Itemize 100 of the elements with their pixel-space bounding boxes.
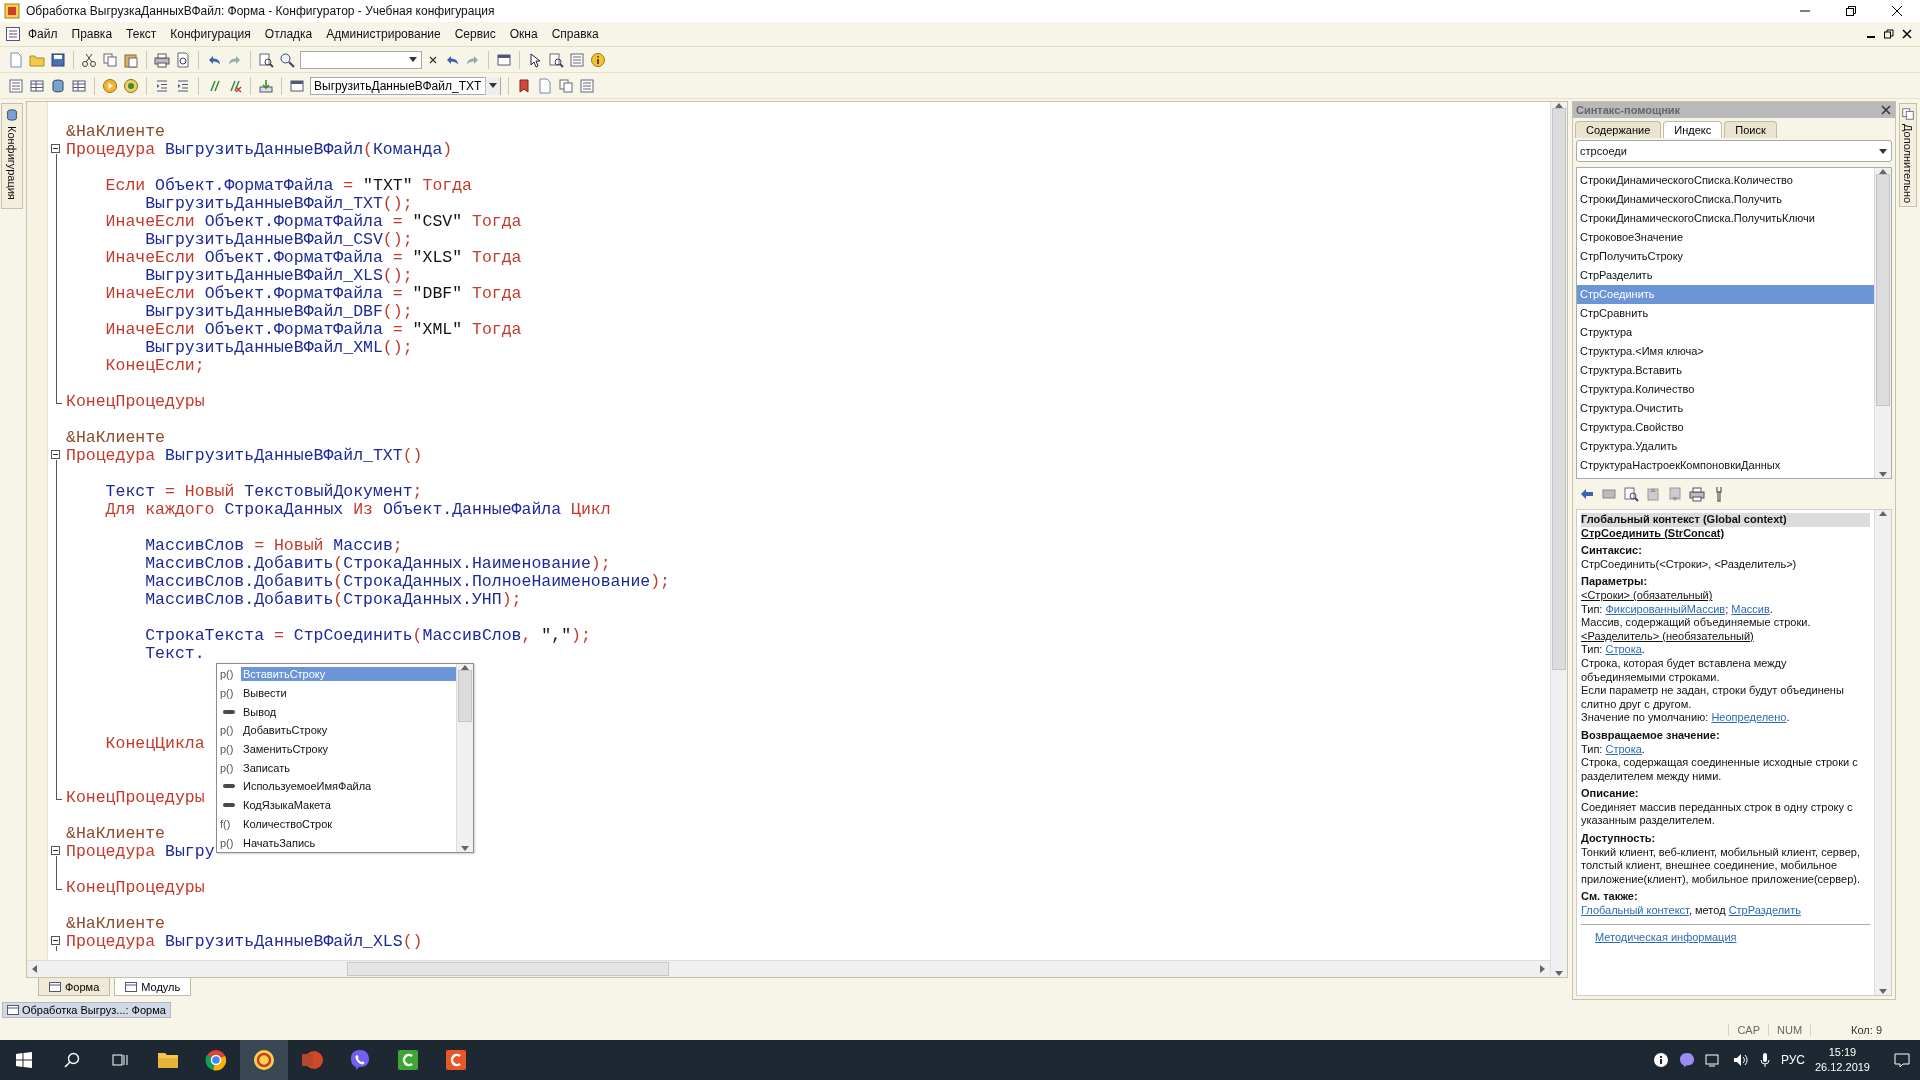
input-language[interactable]: РУС [1780,1053,1805,1067]
help-link[interactable]: Строка [1605,643,1642,656]
configuration-panel-tab[interactable]: Конфигурация [1,103,23,209]
window-tab[interactable]: Обработка Выгруз...: Форма [2,1002,171,1018]
vertical-scrollbar[interactable] [1874,168,1891,478]
database-icon[interactable] [5,108,19,122]
presentation-app-icon[interactable] [301,1049,323,1071]
recorder-app-icon[interactable] [397,1049,419,1071]
window-icon[interactable] [289,77,305,94]
menu-item[interactable]: Текст [120,25,163,43]
help-link[interactable]: Методическая информация [1581,930,1737,943]
preview-icon[interactable] [175,51,191,68]
help-link[interactable]: Строка [1605,742,1642,755]
volume-icon[interactable] [1732,1052,1749,1068]
menu-item[interactable]: Отладка [258,25,319,43]
folder-icon[interactable] [157,1050,179,1070]
editor-tab[interactable]: Модуль [114,978,192,996]
run-icon[interactable] [102,77,118,94]
windows-logo-icon[interactable] [16,1052,32,1068]
panel-tab[interactable]: Индекс [1663,121,1723,138]
panel-tab[interactable]: Поиск [1724,121,1777,138]
paste-icon[interactable] [123,51,139,68]
microphone-icon[interactable] [1758,1052,1771,1068]
additional-panel-tab[interactable]: Дополнительно [1899,103,1917,208]
clock-date[interactable]: 26.12.2019 [1814,1060,1870,1075]
indent-icon[interactable] [154,77,170,94]
pointer-icon[interactable] [527,51,543,68]
autocomplete-item[interactable]: КоличествоСтрок [241,816,335,831]
save-icon[interactable] [50,51,66,68]
autocomplete-item[interactable]: ЗаменитьСтроку [241,742,331,757]
panel-tab[interactable]: Содержание [1575,121,1662,138]
index-item[interactable]: СтрокиДинамическогоСписка.ПолучитьКлючи [1577,209,1874,228]
browser-icon[interactable] [205,1049,227,1071]
taskbar-button[interactable] [240,1040,288,1080]
scissors-icon[interactable] [81,51,97,68]
collapse-toggle[interactable] [51,144,60,153]
vertical-scrollbar[interactable] [1550,102,1567,977]
index-item[interactable]: СтрокиДинамическогоСписка.Количество [1577,171,1874,190]
chat-icon[interactable] [1678,1052,1695,1068]
scroll-left-arrow-icon[interactable] [31,965,37,973]
scroll-down-arrow-icon[interactable] [461,846,469,852]
scroll-right-arrow-icon[interactable] [1540,965,1546,973]
scroll-thumb[interactable] [1876,174,1890,406]
autocomplete-item[interactable]: КодЯзыкаМакета [241,798,333,813]
scroll-up-arrow-icon[interactable] [1879,168,1887,174]
index-item[interactable]: СтруктураНастроекКомпоновкиДанных [1577,456,1874,475]
index-item[interactable]: Структура [1577,323,1874,342]
collapse-toggle[interactable] [51,450,60,459]
vertical-scrollbar[interactable] [456,664,473,852]
index-item[interactable]: СтрСравнить [1577,304,1874,323]
menu-item[interactable]: Администрирование [320,25,447,43]
autocomplete-item[interactable]: Записать [241,760,292,775]
scroll-down-arrow-icon[interactable] [1879,472,1887,478]
scroll-up-arrow-icon[interactable] [461,664,469,670]
indent-icon[interactable] [175,77,191,94]
autocomplete-item[interactable]: НачатьЗапись [241,835,318,850]
help-link[interactable]: СтрРазделить [1728,904,1801,917]
system-menu-icon[interactable] [6,27,20,41]
menu-item[interactable]: Конфигурация [164,25,257,43]
close-icon[interactable] [1892,6,1902,16]
scroll-down-arrow-icon[interactable] [1555,971,1563,977]
autocomplete-item[interactable]: ИспользуемоеИмяФайла [241,779,374,794]
index-item[interactable]: Структура.<Имя ключа> [1577,342,1874,361]
printer-icon[interactable] [154,51,170,68]
restore-icon[interactable] [1846,6,1856,16]
scroll-thumb[interactable] [458,670,472,722]
close-icon[interactable] [1902,29,1912,39]
debug-icon[interactable] [123,77,139,94]
table-icon[interactable] [29,77,45,94]
printer-icon[interactable] [1689,486,1705,502]
index-item[interactable]: Структура.Очистить [1577,399,1874,418]
copy-icon[interactable] [1901,107,1915,121]
scroll-up-arrow-icon[interactable] [1555,102,1563,108]
index-item[interactable]: Структура.Свойство [1577,418,1874,437]
copy-icon[interactable] [102,51,118,68]
close-icon[interactable] [1881,105,1891,115]
help-link[interactable]: Глобальный контекст [1581,904,1689,917]
module-selector[interactable]: ВыгрузитьДанныеВФайл_TXT [310,76,502,95]
task-view-icon[interactable] [112,1052,128,1068]
index-item[interactable]: СтрокиДинамическогоСписка.Получить [1577,190,1874,209]
index-item[interactable]: СтроковоеЗначение [1577,228,1874,247]
scroll-thumb[interactable] [1552,108,1566,670]
menu-item[interactable]: Сервис [448,25,502,43]
find-document-icon[interactable] [548,51,564,68]
horizontal-scrollbar[interactable] [27,960,1550,977]
editor-app-icon[interactable] [445,1049,467,1071]
table-icon[interactable] [71,77,87,94]
clock-time[interactable]: 15:19 [1828,1045,1857,1060]
info-icon[interactable] [590,51,606,68]
search-icon[interactable] [64,1052,80,1068]
help-topic-title[interactable]: СтрСоединить (StrConcat) [1581,526,1725,539]
index-item[interactable]: СтрПолучитьСтроку [1577,247,1874,266]
database-icon[interactable] [50,77,66,94]
info-icon[interactable] [1652,1052,1669,1068]
index-item[interactable]: Структура.Количество [1577,380,1874,399]
help-link[interactable]: Массив [1731,602,1770,615]
up-icon[interactable] [1645,486,1661,502]
collapse-toggle[interactable] [51,846,60,855]
search-field[interactable] [300,50,422,69]
autocomplete-item[interactable]: ДобавитьСтроку [241,723,330,738]
